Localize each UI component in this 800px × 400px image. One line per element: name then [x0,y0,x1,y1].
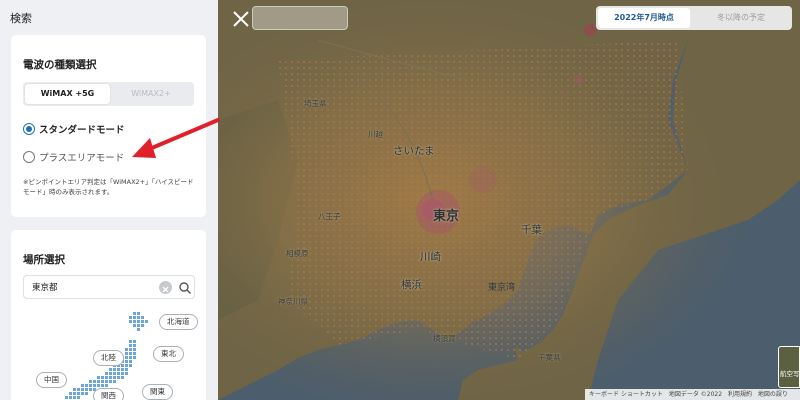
tab-future[interactable]: 冬以降の予定 [692,8,790,28]
map-label-sagamihara: 相模原 [286,249,309,258]
region-tohoku-button[interactable]: 東北 [153,346,184,362]
radio-checked-icon[interactable] [23,123,35,135]
map-attribution: キーボード ショートカット 地図データ ©2022 利用規約 地図の誤り [585,389,800,400]
wave-type-card: 電波の種類選択 WiMAX +5G WiMAX2+ スタンダードモード プラスエ… [11,35,206,217]
japan-region-map: 北海道 北陸 東北 中国 関西 関東 [11,310,206,400]
report-error-link[interactable]: 地図の誤り [758,391,788,398]
wimax-5g-tab[interactable]: WiMAX +5G [25,84,110,104]
map-label-chiba: 千葉 [521,224,542,236]
map-label-hachioji: 八王子 [318,212,341,221]
map-label-yokohama: 横浜 [401,279,422,291]
plus-area-mode-label: プラスエリアモード [39,153,125,164]
map-label-chiba-pref: 千葉県 [538,353,561,362]
aerial-layer-label: 航空写真 [780,370,800,378]
map-search-box[interactable] [252,6,348,30]
coverage-map[interactable]: 東京 さいたま 千葉 川崎 横浜 八王子 川越 横須賀 相模原 東京湾 埼玉県 … [218,0,800,400]
map-label-kawasaki: 川崎 [420,251,441,263]
map-label-kanagawa-pref: 神奈川県 [278,297,308,306]
region-kansai-button[interactable]: 関西 [93,388,124,400]
region-chugoku-button[interactable]: 中国 [36,372,67,388]
tab-current[interactable]: 2022年7月時点 [598,8,690,28]
place-search-box [23,275,195,299]
clear-icon[interactable] [159,281,172,294]
map-label-tokyo: 東京 [433,209,460,224]
map-canvas [218,0,800,400]
aerial-layer-thumbnail[interactable] [778,346,800,388]
sidebar: 検索 電波の種類選択 WiMAX +5G WiMAX2+ スタンダードモード プ… [0,0,218,400]
map-label-kawagoe: 川越 [368,130,383,139]
place-select-title: 場所選択 [23,254,65,266]
search-icon[interactable] [178,280,192,295]
place-select-card: 場所選択 北海道 北陸 東北 中国 関西 関東 [11,230,206,400]
map-label-tokyo-bay: 東京湾 [488,283,516,293]
region-hokkaido-button[interactable]: 北海道 [159,314,198,330]
radio-unchecked-icon[interactable] [23,151,35,163]
region-kanto-button[interactable]: 関東 [142,384,173,400]
map-label-saitama-pref: 埼玉県 [304,99,327,108]
map-label-yokosuka: 横須賀 [433,334,456,343]
sidebar-title: 検索 [10,12,32,25]
wimax2-plus-tab[interactable]: WiMAX2+ [110,84,192,104]
region-hokuriku-button[interactable]: 北陸 [93,350,124,366]
timing-tabs: 2022年7月時点 冬以降の予定 [596,6,792,30]
keyboard-shortcuts-link[interactable]: キーボード ショートカット [589,391,663,398]
wave-type-toggle: WiMAX +5G WiMAX2+ [23,82,194,106]
close-icon[interactable] [232,10,250,28]
map-data-credit: 地図データ ©2022 [668,391,723,398]
terms-link[interactable]: 利用規約 [728,391,752,398]
map-label-saitama: さいたま [393,145,435,157]
standard-mode-label: スタンダードモード [39,125,125,136]
wave-type-note: ※ピンポイントエリア判定は「WiMAX2+」「ハイスピードモード」時のみ表示され… [23,178,194,196]
wave-type-title: 電波の種類選択 [23,59,97,71]
place-search-input[interactable] [24,276,154,298]
